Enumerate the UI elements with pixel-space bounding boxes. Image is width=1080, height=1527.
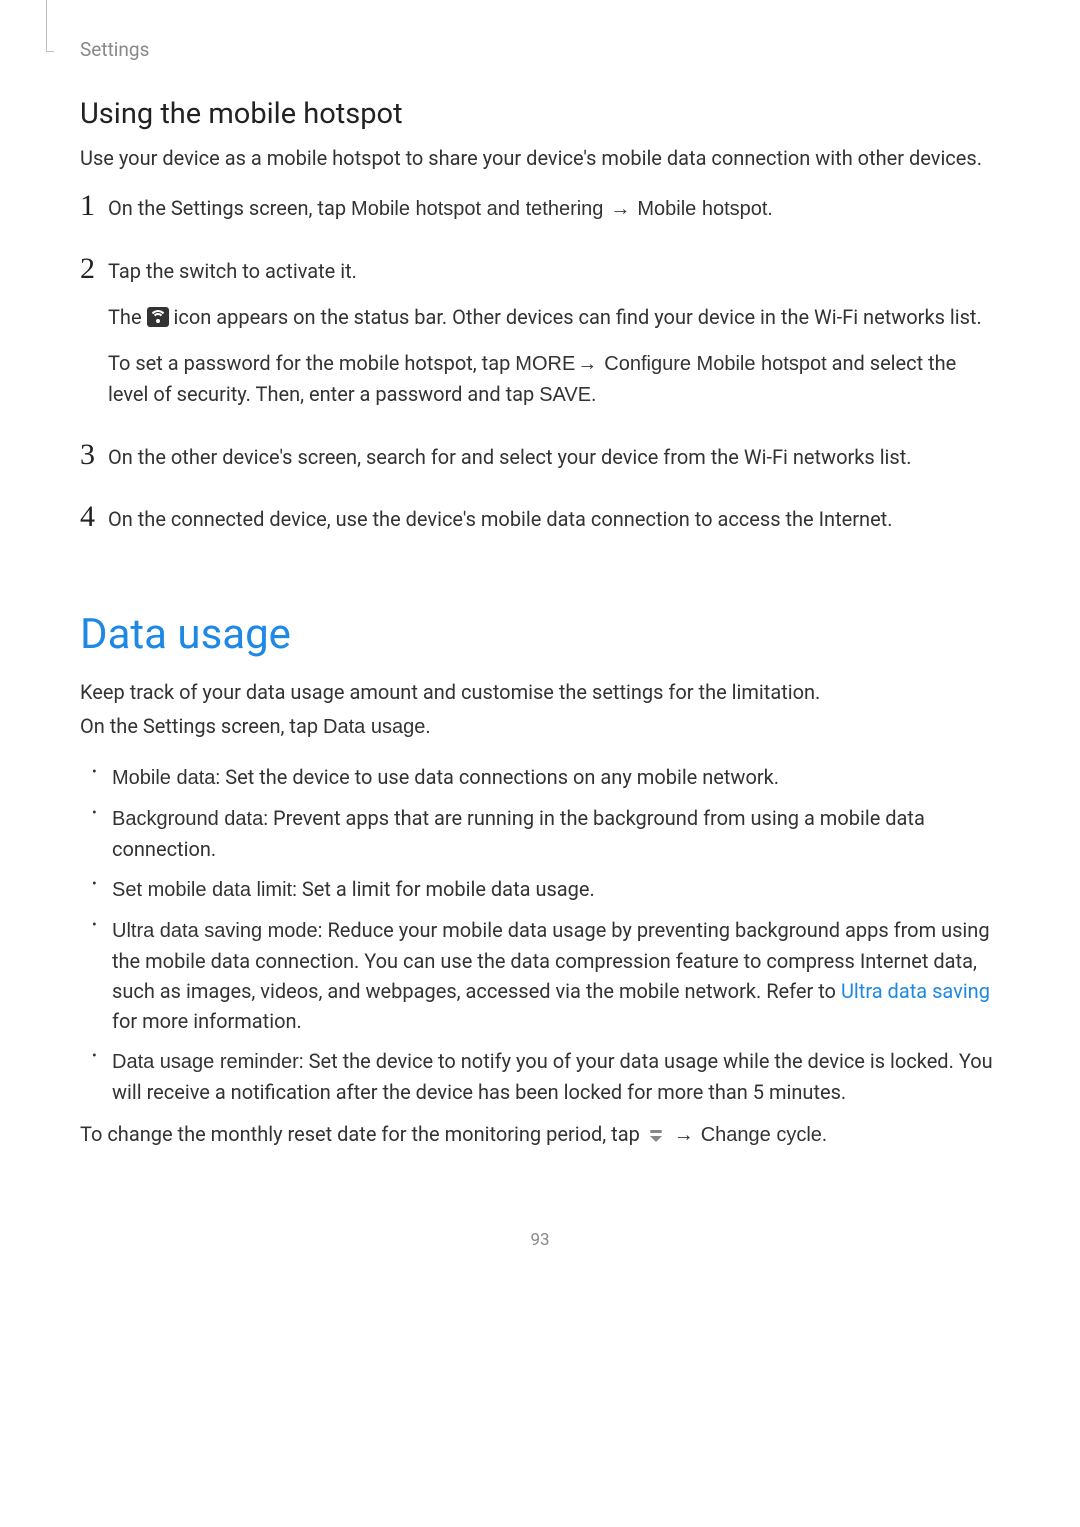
ui-label: MORE: [515, 353, 575, 375]
text: To set a password for the mobile hotspot…: [108, 351, 515, 375]
step-number: 4: [80, 502, 108, 532]
setting-desc: : Set the device to use data connections…: [215, 765, 779, 789]
hotspot-intro: Use your device as a mobile hotspot to s…: [80, 143, 1000, 173]
setting-name: Data usage reminder: [112, 1051, 299, 1073]
setting-name: Ultra data saving mode: [112, 920, 318, 942]
dropdown-icon: [647, 1130, 665, 1142]
step-4-body: On the connected device, use the device'…: [108, 504, 893, 550]
page-content: Settings Using the mobile hotspot Use yo…: [0, 0, 1080, 1330]
step-1-body: On the Settings screen, tap Mobile hotsp…: [108, 193, 773, 240]
list-item: Ultra data saving mode: Reduce your mobi…: [80, 915, 1000, 1036]
arrow-icon: →: [672, 1124, 696, 1146]
text: On the other device's screen, search for…: [108, 442, 912, 472]
inline-link[interactable]: Ultra data saving: [841, 979, 990, 1003]
ui-label: SAVE: [539, 384, 591, 406]
step-3: 3 On the other device's screen, search f…: [80, 442, 1000, 488]
text: .: [591, 382, 596, 406]
data-usage-intro-1: Keep track of your data usage amount and…: [80, 677, 1000, 707]
setting-desc: for more information.: [112, 1009, 302, 1033]
list-item: Mobile data: Set the device to use data …: [80, 762, 1000, 793]
arrow-icon: →: [575, 353, 599, 375]
ui-label: Configure Mobile hotspot: [604, 353, 826, 375]
ui-label: Mobile hotspot: [637, 198, 767, 220]
text: On the Settings screen, tap: [80, 714, 323, 738]
text: On the Settings screen, tap: [108, 196, 351, 220]
data-usage-bullets: Mobile data: Set the device to use data …: [80, 762, 1000, 1107]
text: .: [767, 196, 772, 220]
ui-label: Data usage: [323, 716, 425, 738]
margin-mark: [46, 0, 47, 52]
hotspot-heading: Using the mobile hotspot: [80, 97, 1000, 131]
data-usage-title: Data usage: [80, 610, 1000, 659]
step-2: 2 Tap the switch to activate it. The ico…: [80, 256, 1000, 426]
data-usage-intro-2: On the Settings screen, tap Data usage.: [80, 711, 1000, 742]
list-item: Set mobile data limit: Set a limit for m…: [80, 874, 1000, 905]
setting-name: Set mobile data limit: [112, 879, 292, 901]
step-3-body: On the other device's screen, search for…: [108, 442, 912, 488]
step-number: 3: [80, 440, 108, 470]
arrow-icon: →: [608, 198, 632, 220]
step-4: 4 On the connected device, use the devic…: [80, 504, 1000, 550]
list-item: Data usage reminder: Set the device to n…: [80, 1046, 1000, 1107]
step-2-body: Tap the switch to activate it. The icon …: [108, 256, 1000, 426]
page-number: 93: [80, 1230, 1000, 1250]
setting-name: Mobile data: [112, 767, 215, 789]
text: .: [425, 714, 430, 738]
step-number: 1: [80, 191, 108, 221]
text: The: [108, 305, 147, 329]
setting-desc: : Set a limit for mobile data usage.: [292, 877, 595, 901]
data-usage-footer: To change the monthly reset date for the…: [80, 1119, 1000, 1150]
text: icon appears on the status bar. Other de…: [173, 305, 981, 329]
ui-label: Change cycle: [701, 1124, 822, 1146]
step-number: 2: [80, 254, 108, 284]
step-2a-text: Tap the switch to activate it.: [108, 256, 1000, 286]
text: .: [822, 1122, 827, 1146]
list-item: Background data: Prevent apps that are r…: [80, 803, 1000, 864]
step-2c: To set a password for the mobile hotspot…: [108, 348, 1000, 410]
running-header: Settings: [80, 38, 1000, 61]
ui-label: Mobile hotspot and tethering: [351, 198, 603, 220]
step-1: 1 On the Settings screen, tap Mobile hot…: [80, 193, 1000, 240]
text: To change the monthly reset date for the…: [80, 1122, 645, 1146]
step-2b: The icon appears on the status bar. Othe…: [108, 302, 1000, 332]
hotspot-icon: [147, 307, 169, 327]
setting-name: Background data: [112, 808, 263, 830]
text: On the connected device, use the device'…: [108, 504, 893, 534]
